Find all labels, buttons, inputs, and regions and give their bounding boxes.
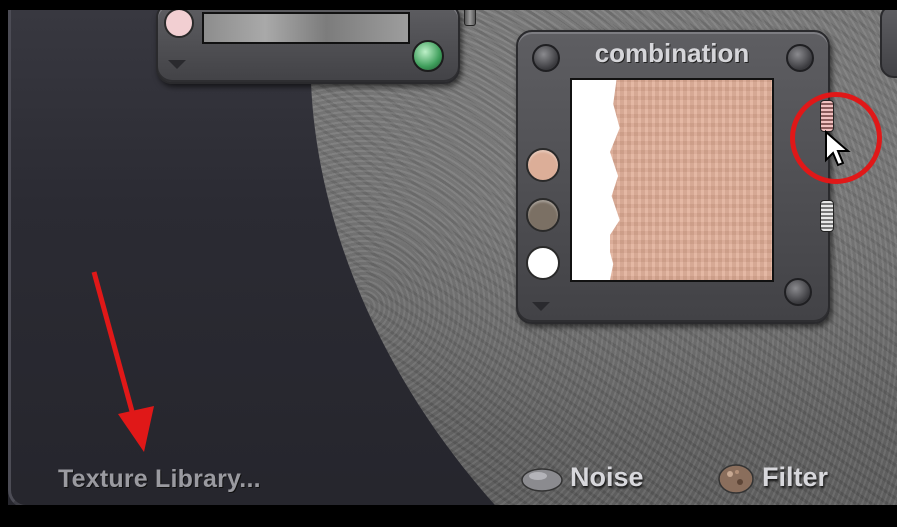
combination-node-bottom-right-knob[interactable] <box>784 278 812 306</box>
filter-label: Filter <box>762 462 829 493</box>
combination-node-title: combination <box>594 38 750 68</box>
upper-node-preview <box>202 12 410 44</box>
upper-node-connector[interactable] <box>464 10 476 26</box>
brown-swatch[interactable] <box>526 198 560 232</box>
right-partial-node[interactable] <box>880 10 897 78</box>
mouse-cursor-icon <box>825 130 851 167</box>
combination-node[interactable]: combination <box>516 30 830 324</box>
combination-output-connector-2[interactable] <box>820 200 834 232</box>
filter-pebble-icon <box>718 464 754 494</box>
combination-preview <box>570 78 774 282</box>
noise-button[interactable]: Noise <box>520 462 644 494</box>
red-arrow-annotation-icon <box>91 271 154 452</box>
upper-node-output-knob[interactable] <box>412 40 444 72</box>
combination-node-top-right-knob[interactable] <box>786 44 814 72</box>
texture-workspace: combination Texture Library... Noise Fil… <box>8 10 897 505</box>
noise-pebble-icon <box>521 468 563 492</box>
skin-texture-region <box>610 80 772 280</box>
noise-label: Noise <box>570 462 644 492</box>
skin-swatch[interactable] <box>526 148 560 182</box>
filter-button[interactable]: Filter <box>716 462 828 496</box>
white-swatch[interactable] <box>526 246 560 280</box>
combination-node-top-left-knob[interactable] <box>532 44 560 72</box>
combination-node-menu-triangle-icon[interactable] <box>532 302 550 311</box>
